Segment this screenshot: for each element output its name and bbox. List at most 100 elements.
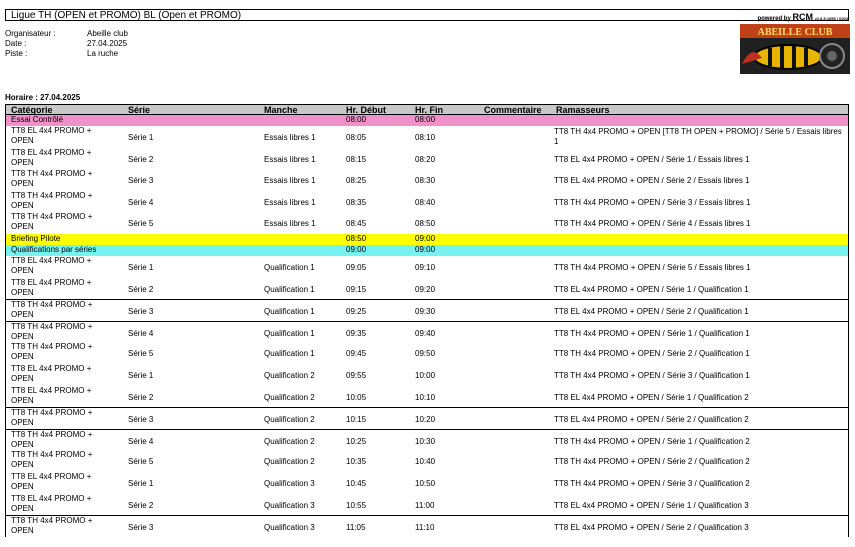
cell-serie: Série 3: [128, 415, 154, 425]
table-row: TT8 TH 4x4 PROMO + OPEN Série 5 Essais lib…: [5, 212, 849, 234]
table-row: TT8 EL 4x4 PROMO + OPEN Série 1 Qualificat…: [5, 255, 849, 278]
section-band-row: Briefing Pilote 08:50 09:00: [5, 233, 849, 245]
cell-manche: Qualification 2: [264, 457, 315, 467]
cell-serie: Série 2: [128, 154, 154, 164]
cell-hr-fin: 10:20: [415, 415, 436, 425]
cell-categorie: TT8 EL 4x4 PROMO + OPEN: [11, 147, 92, 167]
abeille-club-logo: ABEILLE CLUB: [740, 24, 850, 74]
cell-categorie: TT8 EL 4x4 PROMO + OPEN: [11, 126, 92, 145]
cell-hr-debut: 08:45: [346, 219, 367, 229]
band-label: Qualifications par séries: [11, 244, 97, 254]
document-title-bar: Ligue TH (OPEN et PROMO) BL (Open et PRO…: [5, 9, 849, 21]
cell-ramasseurs: TT8 EL 4x4 PROMO + OPEN / Série 2 / Qual…: [554, 415, 749, 425]
cell-hr-debut: 08:25: [346, 176, 367, 186]
cell-hr-debut: 08:15: [346, 154, 367, 164]
cell-serie: Série 2: [128, 392, 154, 402]
cell-serie: Série 1: [128, 133, 154, 142]
cell-hr-debut: 10:05: [346, 392, 367, 402]
cell-hr-debut: 10:45: [346, 478, 367, 488]
table-row: TT8 TH 4x4 PROMO + OPEN Série 3 Qualificat…: [5, 299, 849, 321]
cell-manche: Qualification 3: [264, 523, 315, 533]
meta-piste: Piste : La ruche: [5, 49, 205, 59]
cell-manche: Qualification 1: [264, 284, 315, 294]
cell-ramasseurs: TT8 EL 4x4 PROMO + OPEN / Série 1 / Qual…: [554, 392, 749, 402]
cell-ramasseurs: TT8 TH 4x4 PROMO + OPEN / Série 4 / Essa…: [554, 219, 751, 229]
table-row: TT8 TH 4x4 PROMO + OPEN Série 4 Essais lib…: [5, 190, 849, 213]
cell-categorie: TT8 EL 4x4 PROMO + OPEN: [11, 277, 92, 297]
table-header: Catégorie Série Manche Hr. Début Hr. Fin…: [5, 104, 849, 115]
cell-hr-debut: 09:05: [346, 262, 367, 272]
meta-value: 27.04.2025: [87, 39, 128, 48]
cell-categorie: TT8 TH 4x4 PROMO + OPEN: [11, 516, 93, 536]
band-end: 09:00: [415, 244, 436, 254]
schedule-table-body: Essai Contrôlé 08:00 08:00 TT8 EL 4x4 PROMO…: [5, 115, 849, 537]
cell-hr-fin: 09:10: [415, 262, 436, 272]
cell-ramasseurs: TT8 EL 4x4 PROMO + OPEN / Série 1 / Qual…: [554, 284, 749, 294]
cell-manche: Qualification 3: [264, 500, 315, 510]
cell-hr-fin: 08:50: [415, 219, 436, 229]
cell-manche: Qualification 1: [264, 262, 315, 272]
cell-hr-fin: 10:30: [415, 436, 436, 446]
cell-hr-debut: 10:25: [346, 436, 367, 446]
band-label: Briefing Pilote: [11, 233, 61, 243]
table-row: TT8 EL 4x4 PROMO + OPEN Série 2 Qualificat…: [5, 277, 849, 300]
horaire-heading: Horaire : 27.04.2025: [5, 93, 81, 102]
cell-ramasseurs: TT8 EL 4x4 PROMO + OPEN / Série 1 / Qual…: [554, 500, 749, 510]
cell-ramasseurs: TT8 EL 4x4 PROMO + OPEN / Série 1 / Essa…: [554, 154, 750, 164]
table-row: TT8 TH 4x4 PROMO + OPEN Série 5 Qualificat…: [5, 342, 849, 364]
cell-categorie: TT8 TH 4x4 PROMO + OPEN: [11, 450, 93, 470]
table-row: TT8 TH 4x4 PROMO + OPEN Série 3 Essais lib…: [5, 169, 849, 191]
cell-manche: Essais libres 1: [264, 197, 316, 207]
cell-serie: Série 3: [128, 176, 154, 186]
cell-ramasseurs: TT8 TH 4x4 PROMO + OPEN / Série 3 / Qual…: [554, 370, 750, 380]
band-start: 08:00: [346, 115, 367, 124]
cell-categorie: TT8 TH 4x4 PROMO + OPEN: [11, 342, 93, 362]
table-row: TT8 TH 4x4 PROMO + OPEN Série 5 Qualificat…: [5, 450, 849, 472]
cell-hr-fin: 09:20: [415, 284, 436, 294]
cell-hr-debut: 09:15: [346, 284, 367, 294]
powered-brand: RCM: [792, 12, 813, 22]
section-band-row: Qualifications par séries 09:00 09:00: [5, 244, 849, 256]
cell-serie: Série 2: [128, 284, 154, 294]
band-end: 08:00: [415, 115, 436, 124]
cell-manche: Essais libres 1: [264, 219, 316, 229]
cell-manche: Qualification 1: [264, 307, 315, 317]
meta-key: Piste :: [5, 49, 28, 58]
cell-serie: Série 5: [128, 349, 154, 359]
table-row: TT8 EL 4x4 PROMO + OPEN Série 1 Qualificat…: [5, 471, 849, 494]
cell-ramasseurs: TT8 TH 4x4 PROMO + OPEN / Série 1 / Qual…: [554, 436, 750, 446]
band-start: 09:00: [346, 244, 367, 254]
logo-text: ABEILLE CLUB: [758, 27, 833, 38]
cell-categorie: TT8 TH 4x4 PROMO + OPEN: [11, 190, 93, 210]
table-row: TT8 EL 4x4 PROMO + OPEN Série 1 Qualificat…: [5, 363, 849, 386]
cell-manche: Qualification 2: [264, 392, 315, 402]
cell-hr-fin: 08:10: [415, 133, 436, 142]
cell-hr-fin: 09:30: [415, 307, 436, 317]
cell-ramasseurs: TT8 TH 4x4 PROMO + OPEN / Série 5 / Essa…: [554, 262, 751, 272]
band-start: 08:50: [346, 233, 367, 243]
table-row: TT8 TH 4x4 PROMO + OPEN Série 4 Qualificat…: [5, 320, 849, 343]
meta-key: Date :: [5, 39, 27, 48]
cell-hr-debut: 08:35: [346, 197, 367, 207]
cell-hr-debut: 09:55: [346, 370, 367, 380]
cell-hr-debut: 10:55: [346, 500, 367, 510]
table-row: TT8 TH 4x4 PROMO + OPEN Série 3 Qualificat…: [5, 515, 849, 537]
cell-hr-fin: 08:20: [415, 154, 436, 164]
cell-manche: Qualification 1: [264, 349, 315, 359]
table-row: TT8 EL 4x4 PROMO + OPEN Série 1 Essais lib…: [5, 126, 849, 148]
cell-serie: Série 5: [128, 457, 154, 467]
cell-categorie: TT8 TH 4x4 PROMO + OPEN: [11, 408, 93, 428]
cell-serie: Série 1: [128, 262, 154, 272]
cell-hr-fin: 09:40: [415, 328, 436, 338]
cell-serie: Série 5: [128, 219, 154, 229]
cell-hr-debut: 10:35: [346, 457, 367, 467]
cell-categorie: TT8 EL 4x4 PROMO + OPEN: [11, 385, 92, 405]
cell-hr-debut: 08:05: [346, 133, 367, 142]
cell-hr-fin: 10:10: [415, 392, 436, 402]
powered-prefix: powered by: [757, 16, 791, 22]
cell-hr-debut: 09:35: [346, 328, 367, 338]
meta-key: Organisateur :: [5, 29, 56, 38]
cell-hr-fin: 10:50: [415, 478, 436, 488]
cell-serie: Série 1: [128, 370, 154, 380]
cell-categorie: TT8 TH 4x4 PROMO + OPEN: [11, 169, 93, 189]
